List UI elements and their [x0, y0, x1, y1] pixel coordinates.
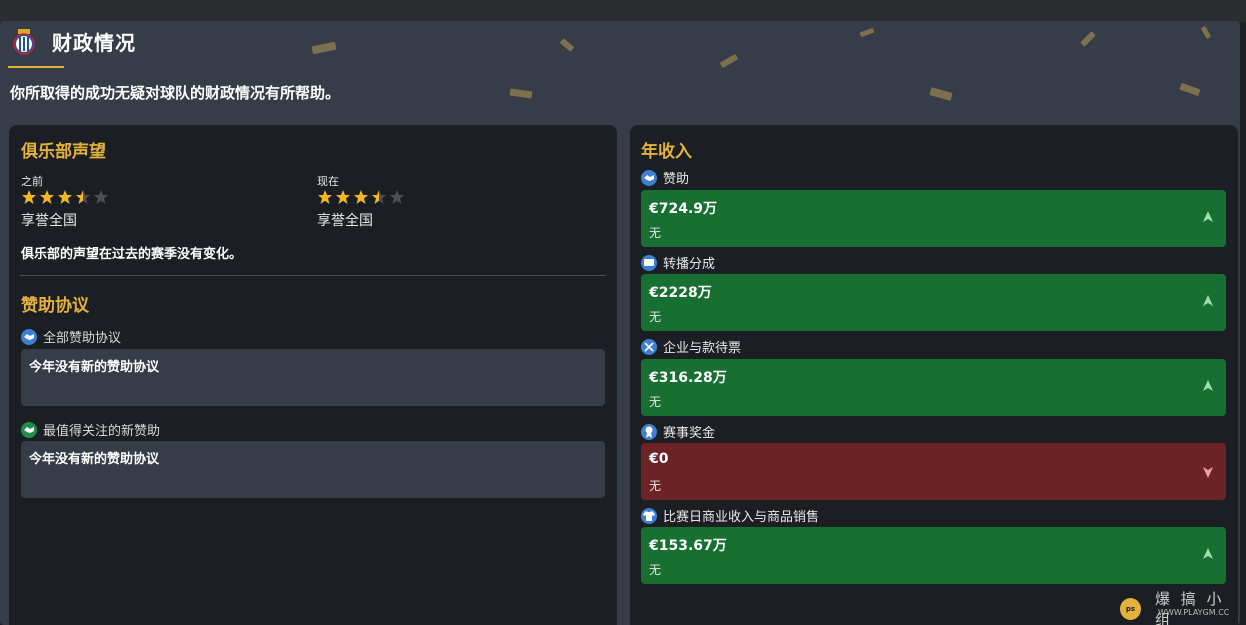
title-underline [8, 66, 64, 68]
star-half-icon [372, 190, 386, 204]
top-band [0, 0, 1246, 22]
reputation-description: 俱乐部的声望在过去的赛季没有变化。 [21, 247, 243, 262]
income-row-sponsorship: €724.9万 无 [641, 190, 1226, 247]
new-sponsor-icon [21, 421, 37, 438]
before-stars [21, 189, 111, 205]
page-title: 财政情况 [52, 30, 136, 55]
star-full-icon [58, 190, 72, 204]
income-label-broadcast: 转播分成 [641, 253, 715, 272]
star-empty-icon [94, 190, 108, 204]
watermark-url: WWW.PLAYGM.CC [1158, 608, 1230, 617]
star-full-icon [40, 190, 54, 204]
before-label: 之前 [21, 175, 43, 188]
club-crest-icon [13, 29, 35, 55]
page-subtitle: 你所取得的成功无疑对球队的财政情况有所帮助。 [10, 84, 341, 102]
all-sponsorship-label: 全部赞助协议 [21, 327, 121, 346]
income-label-sponsorship: 赞助 [641, 168, 689, 187]
income-row-corporate: €316.28万 无 [641, 359, 1226, 416]
handshake-icon [21, 328, 37, 345]
arrow-up-icon [1203, 548, 1213, 559]
watermark: ps 爆 搞 小 组 [1120, 588, 1246, 625]
cutlery-icon [641, 338, 657, 355]
income-title: 年收入 [641, 142, 692, 162]
income-change: 无 [649, 226, 662, 240]
income-label-matchday: 比赛日商业收入与商品销售 [641, 506, 819, 525]
income-label-text: 赛事奖金 [663, 426, 716, 441]
sponsorship-title: 赞助协议 [21, 296, 89, 316]
shirt-icon [641, 507, 657, 524]
before-status: 享誉全国 [21, 213, 77, 229]
star-full-icon [22, 190, 36, 204]
income-value: €316.28万 [649, 370, 727, 386]
income-value: €724.9万 [649, 201, 718, 217]
now-status: 享誉全国 [317, 213, 373, 229]
income-label-text: 企业与款待票 [663, 341, 742, 356]
watermark-text: 爆 搞 小 组 [1155, 590, 1225, 625]
arrow-up-icon [1203, 295, 1213, 306]
income-label-prize: 赛事奖金 [641, 422, 715, 441]
all-sponsorship-message: 今年没有新的赞助协议 [21, 349, 605, 406]
star-half-icon [76, 190, 90, 204]
watermark-badge: ps [1120, 598, 1141, 620]
arrow-up-icon [1203, 211, 1213, 222]
income-label-text: 比赛日商业收入与商品销售 [663, 510, 820, 525]
star-full-icon [318, 190, 332, 204]
notable-sponsorship-text: 最值得关注的新赞助 [43, 424, 161, 439]
handshake-icon [641, 169, 657, 186]
income-value: €2228万 [649, 285, 712, 301]
arrow-up-icon [1203, 380, 1213, 391]
tv-icon [641, 254, 657, 271]
now-label: 现在 [317, 175, 339, 188]
income-change: 无 [649, 395, 662, 409]
section-divider [20, 275, 606, 276]
annual-income-card: 年收入 赞助 €724.9万 无 转播分成 €2228万 无 企业与款待票 €3… [630, 125, 1238, 625]
income-label-text: 转播分成 [663, 257, 716, 272]
page-header: 财政情况 [10, 28, 136, 55]
notable-sponsorship-label: 最值得关注的新赞助 [21, 420, 160, 439]
star-empty-icon [390, 190, 404, 204]
income-change: 无 [649, 563, 662, 577]
income-value: €153.67万 [649, 538, 727, 554]
club-info-card: 俱乐部声望 之前 享誉全国 现在 享誉全国 俱乐部的声望在过去的赛季没有变化。 … [9, 125, 617, 625]
star-full-icon [336, 190, 350, 204]
income-change: 无 [649, 479, 662, 493]
all-sponsorship-text: 全部赞助协议 [43, 331, 122, 346]
income-row-broadcast: €2228万 无 [641, 274, 1226, 331]
now-stars [317, 189, 407, 205]
income-row-matchday: €153.67万 无 [641, 527, 1226, 584]
income-label-corporate: 企业与款待票 [641, 337, 741, 356]
reputation-title: 俱乐部声望 [21, 142, 106, 162]
income-label-text: 赞助 [663, 172, 690, 187]
star-full-icon [354, 190, 368, 204]
income-row-prize: €0 无 [641, 443, 1226, 500]
arrow-down-icon [1203, 467, 1213, 478]
medal-icon [641, 423, 657, 440]
notable-sponsorship-message: 今年没有新的赞助协议 [21, 441, 605, 498]
income-change: 无 [649, 310, 662, 324]
income-value: €0 [649, 451, 669, 467]
